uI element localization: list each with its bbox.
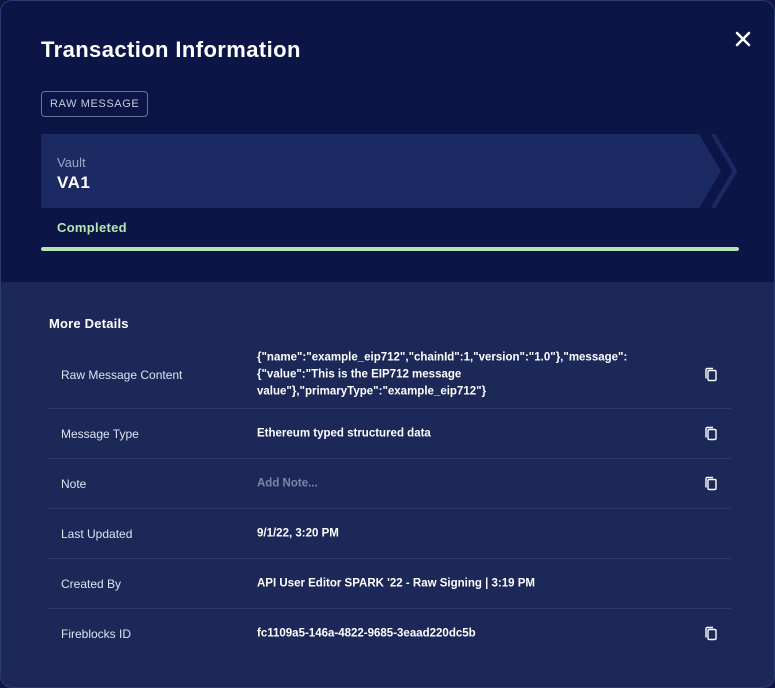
vault-label: Vault xyxy=(57,155,86,170)
vault-name: VA1 xyxy=(57,173,91,192)
row-label: Created By xyxy=(61,576,122,591)
copy-button[interactable] xyxy=(703,626,719,642)
detail-row-last-updated: Last Updated 9/1/22, 3:20 PM xyxy=(49,509,731,559)
close-button[interactable] xyxy=(731,27,755,51)
vault-card: Vault VA1 xyxy=(41,134,741,208)
vault-card-arrow-shape xyxy=(41,134,738,208)
copy-button[interactable] xyxy=(703,367,719,383)
detail-row-note: Note Add Note... xyxy=(49,459,731,509)
row-label: Last Updated xyxy=(61,526,133,541)
detail-row-message-type: Message Type Ethereum typed structured d… xyxy=(49,409,731,459)
status-text: Completed xyxy=(57,220,127,235)
close-icon xyxy=(735,31,751,47)
row-value: 9/1/22, 3:20 PM xyxy=(257,527,339,539)
details-table: Raw Message Content {"name":"example_eip… xyxy=(49,342,731,659)
detail-row-fireblocks-id: Fireblocks ID fc1109a5-146a-4822-9685-3e… xyxy=(49,609,731,659)
dialog-title: Transaction Information xyxy=(41,37,301,62)
copy-button[interactable] xyxy=(703,476,719,492)
copy-icon xyxy=(705,626,717,641)
copy-icon xyxy=(705,426,717,440)
row-value: {"name":"example_eip712","chainId":1,"ve… xyxy=(257,351,628,398)
row-value: Ethereum typed structured data xyxy=(257,427,431,439)
add-note-input[interactable]: Add Note... xyxy=(257,475,647,492)
row-label: Message Type xyxy=(61,426,139,441)
detail-row-raw-message-content: Raw Message Content {"name":"example_eip… xyxy=(49,342,731,409)
dialog-header-section: Transaction Information RAW MESSAGE Vaul… xyxy=(1,1,774,282)
copy-button[interactable] xyxy=(703,426,719,442)
status-progress-bar xyxy=(41,247,739,251)
detail-row-created-by: Created By API User Editor SPARK '22 - R… xyxy=(49,559,731,609)
row-value: fc1109a5-146a-4822-9685-3eaad220dc5b xyxy=(257,627,476,640)
row-label: Note xyxy=(61,476,87,491)
status-progress-fill xyxy=(41,247,739,251)
copy-icon xyxy=(705,367,717,382)
transaction-info-dialog: Transaction Information RAW MESSAGE Vaul… xyxy=(0,0,775,688)
row-label: Fireblocks ID xyxy=(61,627,132,641)
row-label: Raw Message Content xyxy=(61,368,183,382)
copy-icon xyxy=(705,476,717,490)
more-details-heading: More Details xyxy=(49,316,129,331)
raw-message-badge[interactable]: RAW MESSAGE xyxy=(41,91,149,117)
row-value: API User Editor SPARK '22 - Raw Signing … xyxy=(257,577,535,589)
